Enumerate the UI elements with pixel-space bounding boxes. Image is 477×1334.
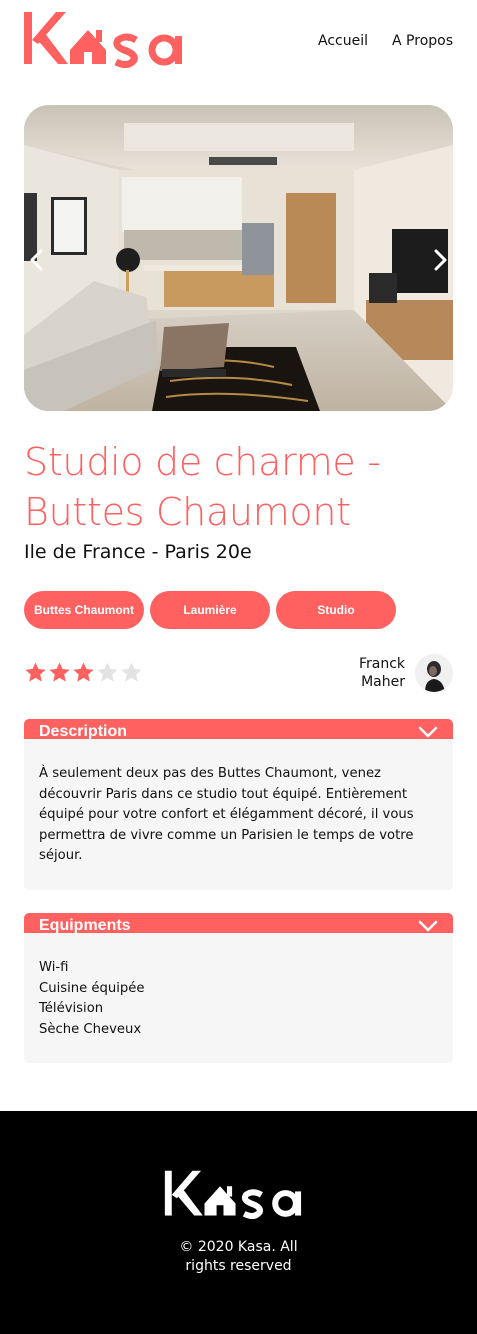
description-title: Description <box>39 722 128 740</box>
tag-list: Buttes Chaumont Laumière Studio <box>24 591 396 629</box>
header: Accueil A Propos <box>0 0 477 90</box>
nav-link-a-propos[interactable]: A Propos <box>392 33 453 49</box>
description-text: À seulement deux pas des Buttes Chaumont… <box>39 766 414 863</box>
equipment-item: Cuisine équipée <box>39 980 145 996</box>
main-nav: Accueil A Propos <box>318 33 453 49</box>
nav-link-accueil[interactable]: Accueil <box>318 33 368 49</box>
apartment-photo <box>24 105 453 411</box>
tag: Buttes Chaumont <box>24 591 144 629</box>
footer: © 2020 Kasa. All rights reserved <box>0 1111 477 1334</box>
description-collapse: Description À seulement deux pas des But… <box>24 719 453 890</box>
host-first-name: Franck <box>358 656 405 672</box>
equipments-collapse: Equipments Wi-fi Cuisine équipée Télévis… <box>24 913 453 1063</box>
host-avatar <box>415 654 453 692</box>
host-name: Franck Maher <box>341 655 405 691</box>
star-filled-icon <box>73 662 94 682</box>
equipments-title: Equipments <box>39 916 131 934</box>
equipment-item: Télévision <box>39 1001 104 1016</box>
equipments-body: Wi-fi Cuisine équipée Télévision Sèche C… <box>24 933 453 1063</box>
star-filled-icon <box>49 662 70 682</box>
chevron-down-icon[interactable] <box>418 725 438 739</box>
equipment-item: Wi-fi <box>39 960 69 975</box>
carousel-prev-icon[interactable] <box>26 247 48 273</box>
copyright-text: © 2020 Kasa. All rights reserved <box>179 1239 298 1274</box>
host-info: Franck Maher <box>341 654 453 692</box>
tag: Studio <box>276 591 396 629</box>
photo-carousel <box>24 105 453 411</box>
chevron-down-icon[interactable] <box>418 919 438 933</box>
star-filled-icon <box>25 662 46 682</box>
listing-title: Studio de charme - Buttes Chaumont <box>24 440 381 534</box>
equipment-list: Wi-fi Cuisine équipée Télévision Sèche C… <box>39 958 438 1040</box>
tag: Laumière <box>150 591 270 629</box>
star-empty-icon <box>97 662 118 682</box>
host-last-name: Maher <box>361 674 405 690</box>
rating-stars <box>24 661 143 684</box>
star-empty-icon <box>121 662 142 682</box>
kasa-logo[interactable] <box>24 10 196 68</box>
footer-kasa-logo <box>164 1170 302 1219</box>
description-body: À seulement deux pas des Buttes Chaumont… <box>24 739 453 890</box>
carousel-next-icon[interactable] <box>429 247 451 273</box>
equipment-item: Sèche Cheveux <box>39 1021 142 1037</box>
listing-location: Ile de France - Paris 20e <box>24 541 252 563</box>
